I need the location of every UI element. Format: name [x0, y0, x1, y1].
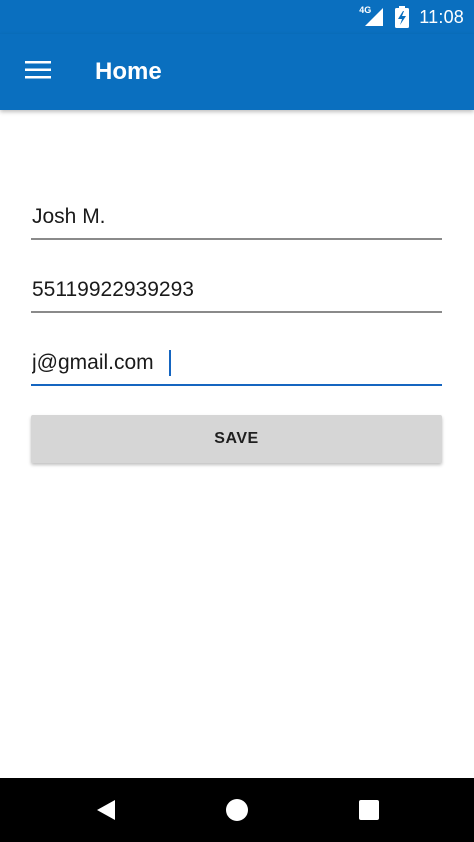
status-bar: 4G 11:08 [0, 0, 474, 34]
network-type-label: 4G [359, 5, 372, 15]
phone-field-underline [31, 311, 442, 313]
name-field-underline [31, 238, 442, 240]
hamburger-menu-icon [25, 61, 51, 79]
email-field[interactable] [31, 342, 442, 384]
page-title: Home [95, 58, 162, 85]
app-bar: Home [0, 34, 474, 110]
save-button[interactable]: SAVE [31, 415, 442, 463]
email-field-underline [31, 384, 442, 386]
text-cursor [169, 350, 171, 376]
status-time: 11:08 [419, 6, 464, 27]
recents-button[interactable] [345, 786, 393, 834]
phone-field[interactable] [31, 269, 442, 311]
recents-icon [359, 800, 379, 820]
back-button[interactable] [82, 786, 130, 834]
menu-button[interactable] [14, 48, 62, 92]
screen: 4G 11:08 Home Josh M. 55119922939293 j@g… [0, 0, 474, 842]
signal-icon: 4G [359, 5, 385, 28]
status-icons: 4G 11:08 [359, 0, 464, 34]
email-field-wrapper [31, 342, 442, 386]
name-field[interactable] [31, 196, 442, 238]
back-icon [97, 800, 115, 820]
battery-charging-icon [395, 6, 410, 28]
name-field-wrapper [31, 196, 442, 240]
home-icon [226, 799, 248, 821]
navigation-bar [0, 778, 474, 842]
home-button[interactable] [213, 786, 261, 834]
phone-field-wrapper [31, 269, 442, 313]
